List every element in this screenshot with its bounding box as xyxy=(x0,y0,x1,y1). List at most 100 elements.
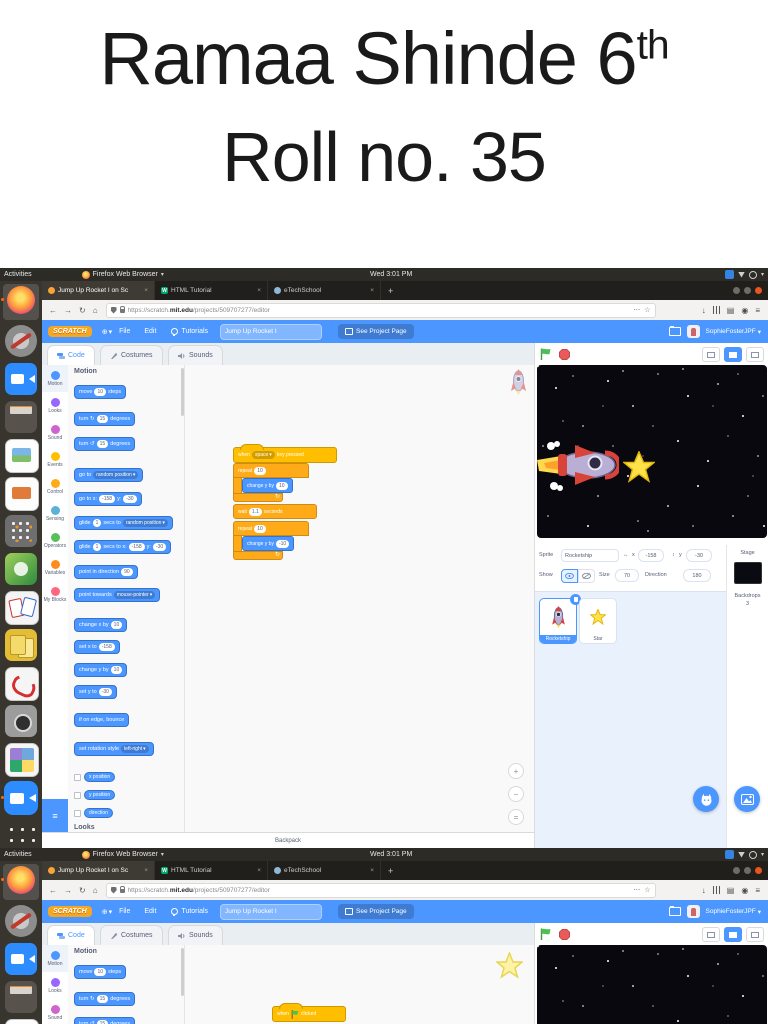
dock-solitaire[interactable] xyxy=(5,591,39,625)
close-tab-icon[interactable]: × xyxy=(370,287,374,294)
stage[interactable] xyxy=(537,945,767,1024)
tab-sounds[interactable]: Sounds xyxy=(168,925,223,945)
file-menu[interactable]: File xyxy=(112,328,137,335)
category-control[interactable]: Control xyxy=(42,473,68,500)
project-title-input[interactable] xyxy=(220,323,323,340)
tab-costumes[interactable]: Costumes xyxy=(100,925,163,945)
stop-button[interactable] xyxy=(559,928,570,940)
sidebar-button[interactable]: ▤ xyxy=(727,306,735,315)
dock-photos-app[interactable] xyxy=(5,553,37,585)
block-change-y-inner[interactable]: change y by 10 xyxy=(242,478,293,493)
folder-icon[interactable] xyxy=(668,326,681,336)
scratch-logo[interactable]: SCRATCH xyxy=(48,906,92,917)
dock-firefox[interactable] xyxy=(7,866,35,894)
category-sound[interactable]: Sound xyxy=(42,999,68,1024)
menu-button[interactable]: ≡ xyxy=(755,306,760,315)
clock[interactable]: Wed 3:01 PM xyxy=(370,271,412,278)
more-options-icon[interactable]: ⋯ xyxy=(633,306,640,314)
dock-zoom-app[interactable] xyxy=(5,943,37,975)
checkbox[interactable] xyxy=(74,773,81,781)
account-button[interactable]: ◉ xyxy=(741,886,748,895)
dock-app-grid[interactable] xyxy=(5,823,38,848)
rocketship-sprite[interactable] xyxy=(537,437,619,495)
see-project-page-button[interactable]: See Project Page xyxy=(338,324,414,339)
address-bar[interactable]: https://scratch.mit.edu/projects/5097072… xyxy=(105,302,656,318)
block-goto-random[interactable]: go to random position ▾ xyxy=(74,468,144,482)
block-turn-ccw[interactable]: turn ↺ 15 degrees xyxy=(74,437,136,451)
hide-sprite-button[interactable] xyxy=(578,569,595,583)
app-menu[interactable]: Firefox Web Browser ▾ xyxy=(81,270,164,279)
close-window-button[interactable] xyxy=(755,867,762,874)
more-options-icon[interactable]: ⋯ xyxy=(633,886,640,894)
browser-tab-etechschool[interactable]: eTechSchool × xyxy=(268,861,381,880)
palette-scrollbar[interactable] xyxy=(181,948,184,996)
account-menu[interactable]: SophieFosterJPF ▾ xyxy=(706,328,761,336)
tab-code[interactable]: Code xyxy=(47,345,95,365)
tab-sounds[interactable]: Sounds xyxy=(168,345,223,365)
block-move-steps[interactable]: move 10 steps xyxy=(74,965,127,979)
browser-tab-etechschool[interactable]: eTechSchool × xyxy=(268,281,381,300)
reload-button[interactable]: ↻ xyxy=(79,886,86,895)
maximize-button[interactable] xyxy=(744,867,751,874)
sprite-name-input[interactable] xyxy=(561,549,619,562)
browser-tab-scratch[interactable]: Jump Up Rocket I on Sc × xyxy=(42,861,155,880)
category-operators[interactable]: Operators xyxy=(42,527,68,554)
backpack-bar[interactable]: Backpack xyxy=(42,832,534,848)
stop-button[interactable] xyxy=(559,348,570,360)
language-menu[interactable]: ⊕ ▾ xyxy=(102,328,112,336)
app-menu[interactable]: Firefox Web Browser ▾ xyxy=(81,850,164,859)
system-tray[interactable]: ▾ xyxy=(724,848,764,861)
activities-button[interactable]: Activities xyxy=(4,271,32,278)
language-menu[interactable]: ⊕ ▾ xyxy=(102,908,112,916)
account-menu[interactable]: SophieFosterJPF ▾ xyxy=(706,908,761,916)
block-turn-cw[interactable]: turn ↻ 15 degrees xyxy=(74,412,136,426)
close-tab-icon[interactable]: × xyxy=(257,287,261,294)
close-tab-icon[interactable]: × xyxy=(370,867,374,874)
reload-button[interactable]: ↻ xyxy=(79,306,86,315)
lock-icon[interactable] xyxy=(119,306,126,313)
avatar[interactable] xyxy=(686,905,700,918)
edit-menu[interactable]: Edit xyxy=(137,328,163,335)
block-turn-ccw[interactable]: turn ↺ 15 degrees xyxy=(74,1017,136,1024)
block-change-y-inner[interactable]: change y by -10 xyxy=(242,536,295,551)
dock-libreoffice-impress[interactable] xyxy=(5,477,39,511)
dock-media-app[interactable] xyxy=(5,667,39,701)
new-tab-button[interactable]: + xyxy=(381,861,400,880)
block-when-key-pressed[interactable]: when space ▾ key pressed xyxy=(233,444,337,463)
downloads-button[interactable]: ↓ xyxy=(702,306,706,315)
edit-menu[interactable]: Edit xyxy=(137,908,163,915)
home-button[interactable]: ⌂ xyxy=(93,306,98,315)
dock-tweaks-tool[interactable] xyxy=(5,325,37,357)
code-canvas[interactable]: when space▾ key pressed repeat10 change … xyxy=(185,945,534,1024)
close-tab-icon[interactable]: × xyxy=(144,867,148,874)
block-point-direction[interactable]: point in direction 90 xyxy=(74,565,138,579)
browser-tab-html-tutorial[interactable]: W HTML Tutorial × xyxy=(155,281,268,300)
zoom-in-button[interactable]: + xyxy=(508,763,524,779)
dock-firefox[interactable] xyxy=(7,286,35,314)
new-tab-button[interactable]: + xyxy=(381,281,400,300)
block-turn-cw[interactable]: turn ↻ 15 degrees xyxy=(74,992,136,1006)
small-stage-button[interactable] xyxy=(702,927,720,942)
tracking-shield-icon[interactable] xyxy=(110,886,117,894)
dock-archive-app[interactable] xyxy=(5,981,37,1013)
small-stage-button[interactable] xyxy=(702,347,720,362)
show-sprite-button[interactable] xyxy=(561,569,578,583)
block-rotation-style[interactable]: set rotation style left-right ▾ xyxy=(74,742,154,756)
category-variables[interactable]: Variables xyxy=(42,554,68,581)
checkbox[interactable] xyxy=(74,791,81,799)
block-repeat-1[interactable]: repeat 10 change y by 10 ↻ xyxy=(233,463,337,502)
file-menu[interactable]: File xyxy=(112,908,137,915)
block-glide-xy[interactable]: glide 1 secs to x: -158 y: -30 xyxy=(74,540,172,554)
close-window-button[interactable] xyxy=(755,287,762,294)
dock-camera-app[interactable] xyxy=(5,705,37,737)
category-motion[interactable]: Motion xyxy=(42,365,68,392)
sprite-x-input[interactable]: -158 xyxy=(638,549,664,562)
forward-button[interactable]: → xyxy=(64,306,72,315)
menu-button[interactable]: ≡ xyxy=(755,886,760,895)
category-looks[interactable]: Looks xyxy=(42,972,68,999)
bookmark-star-icon[interactable]: ☆ xyxy=(644,886,650,894)
block-set-y[interactable]: set y to -30 xyxy=(74,685,117,699)
tutorials-button[interactable]: Tutorials xyxy=(171,908,208,916)
block-set-x[interactable]: set x to -158 xyxy=(74,640,120,654)
zoom-out-button[interactable]: − xyxy=(508,786,524,802)
